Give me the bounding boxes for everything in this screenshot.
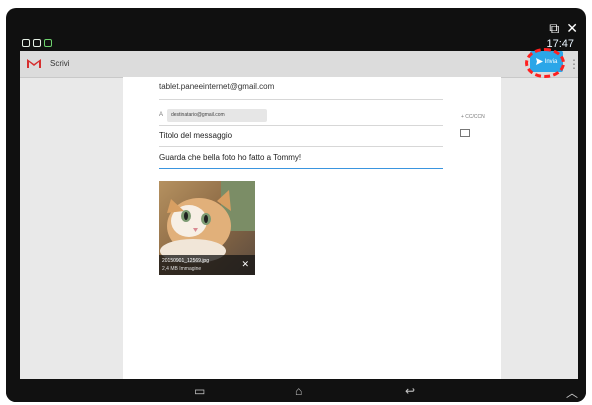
compose-form: tablet.paneeinternet@gmail.com A destina… xyxy=(123,77,501,379)
back-icon[interactable]: ↩ xyxy=(405,384,415,398)
popout-icon[interactable]: ⧉ xyxy=(549,20,559,37)
status-icon xyxy=(44,39,52,47)
remove-attachment-icon[interactable]: ✕ xyxy=(241,259,249,270)
cc-bcc-button[interactable]: + CC/CCN xyxy=(461,114,485,120)
to-label: A xyxy=(159,112,164,118)
divider xyxy=(159,146,443,147)
close-icon[interactable]: ✕ xyxy=(566,20,578,37)
send-button-area: Invia xyxy=(525,48,571,80)
attachment-thumbnail[interactable]: 20150901_12569.jpg 2,4 MB Immagine ✕ xyxy=(159,181,255,275)
home-icon[interactable]: ⌂ xyxy=(295,384,302,398)
recents-icon[interactable]: ▭ xyxy=(194,384,205,398)
divider xyxy=(159,125,443,126)
from-field[interactable]: tablet.paneeinternet@gmail.com xyxy=(159,82,274,91)
nav-bar: ▭ ⌂ ↩ ︿ xyxy=(6,380,586,402)
chevron-up-icon[interactable]: ︿ xyxy=(566,384,578,401)
tablet-frame: ⧉ ✕ 17:47 Scrivi Invia ⋮ tablet.paneeint… xyxy=(6,8,586,402)
divider xyxy=(159,99,443,100)
attach-icon[interactable] xyxy=(460,129,470,137)
status-icon xyxy=(22,39,30,47)
highlight-circle xyxy=(525,48,565,78)
app-bar: Scrivi Invia ⋮ xyxy=(20,48,580,80)
status-bar: 17:47 xyxy=(20,38,578,50)
message-body-field[interactable]: Guarda che bella foto ho fatto a Tommy! xyxy=(159,153,301,162)
recipient-chip[interactable]: destinatario@gmail.com xyxy=(167,109,267,122)
active-input-underline xyxy=(159,168,443,169)
attachment-caption: 20150901_12569.jpg 2,4 MB Immagine ✕ xyxy=(159,255,255,275)
app-screen: Scrivi Invia ⋮ tablet.paneeinternet@gmai… xyxy=(20,48,580,379)
status-icons-left xyxy=(22,39,52,47)
subject-field[interactable]: Titolo del messaggio xyxy=(159,131,232,140)
attachment-size: 2,4 MB Immagine xyxy=(162,266,202,272)
app-title: Scrivi xyxy=(50,59,70,68)
gmail-icon xyxy=(27,59,41,68)
window-controls: ⧉ ✕ xyxy=(549,20,578,37)
attachment-filename: 20150901_12569.jpg xyxy=(162,258,209,264)
status-icon xyxy=(33,39,41,47)
overflow-menu-icon[interactable]: ⋮ xyxy=(568,57,580,71)
